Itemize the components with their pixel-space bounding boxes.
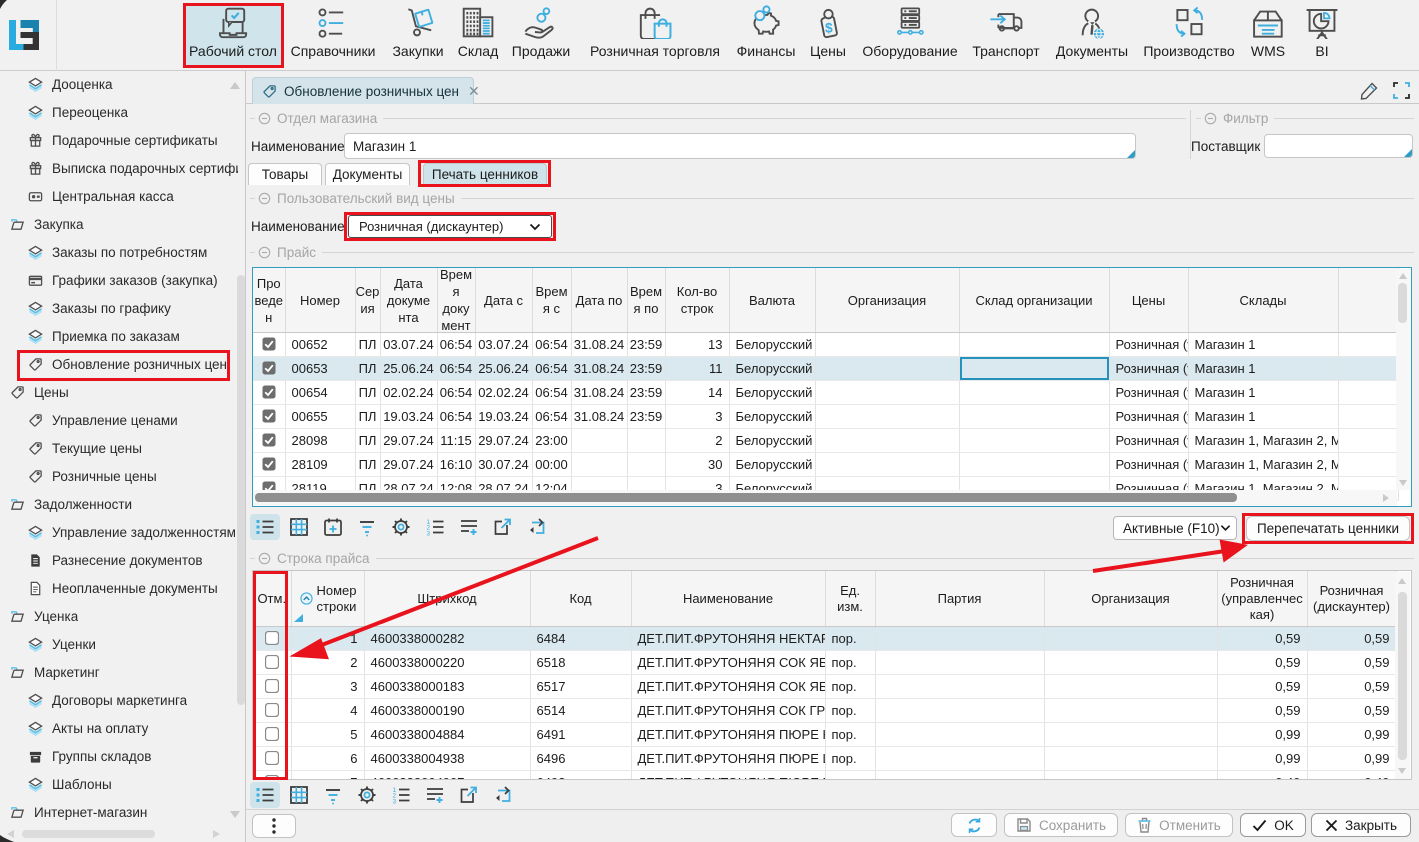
svg-text:$: $ [825,20,833,36]
svg-text:3: 3 [393,798,397,805]
svg-text:3: 3 [427,530,431,537]
